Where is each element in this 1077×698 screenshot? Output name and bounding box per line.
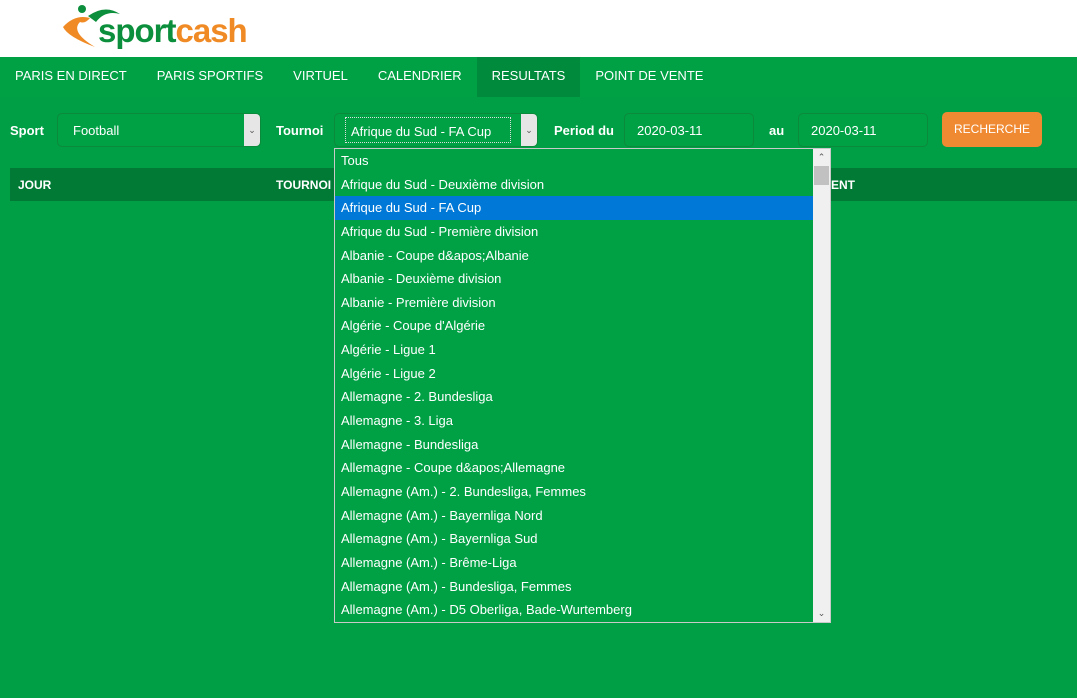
dropdown-scrollbar[interactable]: ⌃ ⌄ xyxy=(813,149,830,622)
dropdown-option[interactable]: Allemagne (Am.) - Bayernliga Nord xyxy=(335,504,814,528)
chevron-down-icon[interactable]: ⌄ xyxy=(521,114,537,146)
scrollbar-thumb[interactable] xyxy=(814,166,829,185)
dropdown-option[interactable]: Allemagne (Am.) - Bundesliga, Femmes xyxy=(335,575,814,599)
dropdown-option[interactable]: Allemagne (Am.) - Bayernliga Sud xyxy=(335,527,814,551)
dropdown-option[interactable]: Afrique du Sud - FA Cup xyxy=(335,196,814,220)
dropdown-option[interactable]: Allemagne - Bundesliga xyxy=(335,433,814,457)
dropdown-option[interactable]: Albanie - Première division xyxy=(335,291,814,315)
column-header-tournoi: TOURNOI xyxy=(276,178,332,192)
column-header-event: ENT xyxy=(831,178,855,192)
chevron-down-icon[interactable]: ⌄ xyxy=(244,114,260,146)
period-to-label: au xyxy=(769,123,785,138)
dropdown-option[interactable]: Allemagne (Am.) - 2. Bundesliga, Femmes xyxy=(335,480,814,504)
dropdown-option[interactable]: Allemagne (Am.) - D5 Oberliga, Bade-Wurt… xyxy=(335,598,814,622)
dropdown-option[interactable]: Afrique du Sud - Deuxième division xyxy=(335,173,814,197)
nav-item-resultats[interactable]: RESULTATS xyxy=(476,57,581,97)
logo-text-sport: sport xyxy=(98,12,176,49)
main-nav: PARIS EN DIRECT PARIS SPORTIFS VIRTUEL CALE… xyxy=(0,57,1077,97)
scroll-down-icon[interactable]: ⌄ xyxy=(813,605,830,622)
tournoi-select[interactable]: Afrique du Sud - FA Cup ⌄ xyxy=(334,113,538,147)
dropdown-option[interactable]: Allemagne - 3. Liga xyxy=(335,409,814,433)
nav-item-virtuel[interactable]: VIRTUEL xyxy=(278,57,363,97)
tournoi-label: Tournoi xyxy=(276,123,324,138)
nav-item-calendrier[interactable]: CALENDRIER xyxy=(363,57,477,97)
sport-select-value: Football xyxy=(73,123,120,138)
nav-item-paris-sportifs[interactable]: PARIS SPORTIFS xyxy=(142,57,278,97)
dropdown-option[interactable]: Allemagne (Am.) - Brême-Liga xyxy=(335,551,814,575)
tournoi-select-value: Afrique du Sud - FA Cup xyxy=(345,117,511,143)
sportcash-logo[interactable]: sportcash xyxy=(60,2,260,54)
dropdown-option[interactable]: Albanie - Coupe d&apos;Albanie xyxy=(335,244,814,268)
tournoi-dropdown-list[interactable]: Tous Afrique du Sud - Deuxième division Af… xyxy=(334,148,831,623)
header-bar: sportcash xyxy=(0,0,1077,57)
dropdown-option[interactable]: Algérie - Ligue 2 xyxy=(335,362,814,386)
nav-item-paris-en-direct[interactable]: PARIS EN DIRECT xyxy=(0,57,142,97)
nav-item-point-de-vente[interactable]: POINT DE VENTE xyxy=(580,57,718,97)
dropdown-option[interactable]: Tous xyxy=(335,149,814,173)
dropdown-option[interactable]: Afrique du Sud - Première division xyxy=(335,220,814,244)
date-to-input[interactable]: 2020-03-11 xyxy=(798,113,928,147)
scroll-up-icon[interactable]: ⌃ xyxy=(813,149,830,166)
dropdown-option[interactable]: Algérie - Ligue 1 xyxy=(335,338,814,362)
dropdown-option[interactable]: Albanie - Deuxième division xyxy=(335,267,814,291)
sport-select[interactable]: Football ⌄ xyxy=(57,113,261,147)
dropdown-option[interactable]: Allemagne - Coupe d&apos;Allemagne xyxy=(335,456,814,480)
period-from-label: Period du xyxy=(554,123,614,138)
sport-label: Sport xyxy=(10,123,44,138)
dropdown-option[interactable]: Algérie - Coupe d'Algérie xyxy=(335,314,814,338)
date-from-input[interactable]: 2020-03-11 xyxy=(624,113,754,147)
dropdown-option[interactable]: Allemagne - 2. Bundesliga xyxy=(335,385,814,409)
search-button[interactable]: RECHERCHE xyxy=(942,112,1042,147)
logo-text-cash: cash xyxy=(175,12,248,49)
column-header-jour: JOUR xyxy=(18,178,52,192)
